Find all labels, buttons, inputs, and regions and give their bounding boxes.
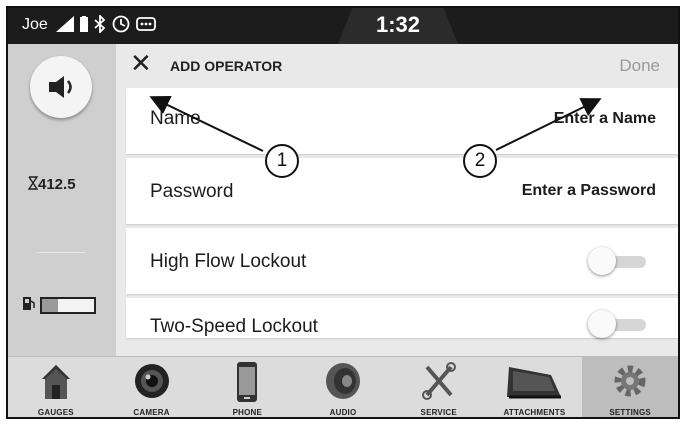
nav-label: SETTINGS bbox=[609, 408, 651, 417]
status-time: 1:32 bbox=[375, 12, 421, 37]
fuel-indicator bbox=[22, 295, 96, 316]
fuel-pump-icon bbox=[22, 295, 36, 316]
password-input[interactable]: Enter a Password bbox=[522, 182, 656, 200]
nav-label: PHONE bbox=[232, 408, 263, 417]
screen-header: ✕ ADD OPERATOR Done bbox=[116, 44, 678, 88]
clock-icon bbox=[112, 15, 130, 33]
nav-audio[interactable]: AUDIO bbox=[295, 357, 391, 417]
engine-hours-value: 412.5 bbox=[38, 176, 76, 193]
bluetooth-icon bbox=[94, 15, 106, 33]
callout-1: 1 bbox=[265, 144, 299, 178]
high-flow-lockout-row: High Flow Lockout bbox=[126, 228, 678, 294]
nav-label: SERVICE bbox=[420, 408, 457, 417]
name-input[interactable]: Enter a Name bbox=[554, 110, 656, 128]
camera-lens-icon bbox=[104, 361, 200, 401]
done-button[interactable]: Done bbox=[619, 56, 660, 76]
operator-form: Name Enter a Name Password Enter a Passw… bbox=[126, 88, 678, 338]
engine-hours: 412.5 bbox=[27, 176, 76, 194]
page-title: ADD OPERATOR bbox=[170, 58, 283, 74]
fuel-gauge bbox=[40, 297, 96, 314]
hourglass-icon bbox=[27, 176, 39, 194]
status-bar: Joe 1:32 bbox=[8, 8, 678, 44]
nav-label: ATTACHMENTS bbox=[503, 408, 566, 417]
gear-icon bbox=[582, 361, 678, 401]
nav-label: CAMERA bbox=[133, 408, 170, 417]
password-label: Password bbox=[150, 181, 234, 202]
high-flow-lockout-toggle[interactable] bbox=[588, 247, 648, 275]
nav-gauges[interactable]: GAUGES bbox=[8, 357, 104, 417]
signal-icon bbox=[56, 16, 74, 32]
name-row[interactable]: Name Enter a Name bbox=[126, 88, 678, 154]
bottom-nav: GAUGES CAMERA PHONE AUDIO SERVICE ATTACH… bbox=[8, 356, 678, 417]
app-screen: Joe 1:32 412.5 ✕ ADD OPERATOR Done Name … bbox=[6, 6, 680, 419]
two-speed-lockout-label: Two-Speed Lockout bbox=[150, 316, 318, 337]
toggle-knob bbox=[588, 310, 616, 338]
toggle-knob bbox=[588, 247, 616, 275]
speaker-icon bbox=[295, 361, 391, 401]
two-speed-lockout-row: Two-Speed Lockout bbox=[126, 298, 678, 338]
left-rail: 412.5 bbox=[8, 44, 116, 356]
battery-icon bbox=[80, 16, 88, 32]
nav-attachments[interactable]: ATTACHMENTS bbox=[487, 357, 583, 417]
close-icon[interactable]: ✕ bbox=[130, 50, 152, 76]
high-flow-lockout-label: High Flow Lockout bbox=[150, 251, 307, 272]
phone-icon bbox=[199, 361, 295, 403]
status-icons bbox=[56, 15, 156, 33]
nav-label: AUDIO bbox=[329, 408, 357, 417]
fuel-gauge-fill bbox=[42, 299, 58, 312]
nav-service[interactable]: SERVICE bbox=[391, 357, 487, 417]
nav-label: GAUGES bbox=[37, 408, 74, 417]
callout-2: 2 bbox=[463, 144, 497, 178]
name-label: Name bbox=[150, 108, 201, 129]
nav-camera[interactable]: CAMERA bbox=[104, 357, 200, 417]
bucket-icon bbox=[487, 361, 583, 401]
house-icon bbox=[8, 361, 104, 401]
password-row[interactable]: Password Enter a Password bbox=[126, 158, 678, 224]
status-user-name: Joe bbox=[22, 16, 48, 33]
rail-divider bbox=[36, 252, 86, 253]
message-icon bbox=[136, 16, 156, 32]
nav-settings[interactable]: SETTINGS bbox=[582, 357, 678, 417]
volume-button[interactable] bbox=[30, 56, 92, 118]
wrench-icon bbox=[391, 361, 487, 401]
nav-phone[interactable]: PHONE bbox=[199, 357, 295, 417]
two-speed-lockout-toggle[interactable] bbox=[588, 310, 648, 338]
